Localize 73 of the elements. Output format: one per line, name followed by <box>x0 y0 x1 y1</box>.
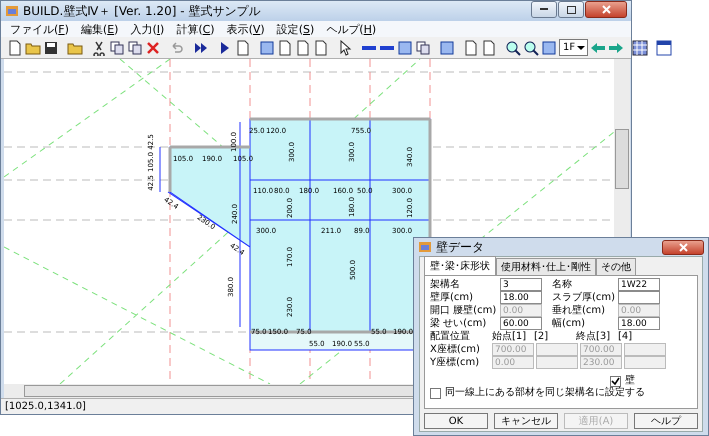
checkbox-label: 同一線上にある部材を同じ架構名に設定する <box>445 387 645 399</box>
menu-item[interactable]: 計算(C) <box>171 22 220 37</box>
input-field[interactable] <box>624 356 666 369</box>
layers-icon[interactable] <box>415 40 431 56</box>
close-button[interactable] <box>585 1 627 18</box>
field-label: 名称 <box>552 278 573 290</box>
save-icon[interactable] <box>43 40 59 56</box>
close-icon <box>602 5 610 14</box>
field-label: 幅(cm) <box>552 318 586 330</box>
maximize-icon <box>566 6 576 14</box>
app-icon <box>5 4 19 18</box>
input-field[interactable]: 1W22 <box>618 278 660 291</box>
document-icon[interactable] <box>463 40 479 56</box>
menu-item[interactable]: 設定(S) <box>272 22 320 37</box>
dialog-button[interactable]: キャンセル <box>494 413 558 429</box>
input-field[interactable]: 3 <box>500 278 542 291</box>
tab[interactable]: その他 <box>596 258 636 275</box>
paste-icon[interactable] <box>127 40 143 56</box>
field-label: 架構名 <box>430 278 461 290</box>
input-field[interactable]: 18.00 <box>500 291 542 304</box>
delete-icon[interactable] <box>145 40 161 56</box>
input-field[interactable] <box>536 356 578 369</box>
zoom-in-icon[interactable] <box>505 40 521 56</box>
dialog-button[interactable]: OK <box>424 413 488 429</box>
minimize-icon <box>540 8 548 11</box>
field-label: スラブ厚(cm) <box>552 292 616 304</box>
dialog-title: 壁データ <box>436 238 484 256</box>
menu-item[interactable]: 入力(I) <box>125 22 170 37</box>
window-title: BUILD.壁式Ⅳ＋ [Ver. 1.20] - 壁式サンプル <box>23 2 260 20</box>
input-field[interactable] <box>618 291 660 304</box>
input-field[interactable]: 60.00 <box>500 317 542 330</box>
checkbox[interactable] <box>610 376 621 386</box>
rectangle-icon[interactable] <box>397 40 413 56</box>
maximize-button[interactable] <box>558 1 584 18</box>
tab[interactable]: 壁･梁･床形状 <box>424 256 496 275</box>
checkbox-label: 壁 <box>625 375 635 386</box>
field-label: 垂れ壁(cm) <box>552 304 606 316</box>
column-header: 始点[1] <box>492 330 528 342</box>
column-header: 終点[3] <box>576 330 612 342</box>
zoom-out-icon[interactable] <box>523 40 539 56</box>
field-label: X座標(cm) <box>430 344 481 356</box>
field-label: Y座標(cm) <box>430 356 480 368</box>
document-icon[interactable] <box>295 40 311 56</box>
scissors-icon[interactable] <box>91 40 107 56</box>
document-icon[interactable] <box>313 40 329 56</box>
dialog-button[interactable]: ヘルプ <box>634 413 698 429</box>
menu-item[interactable]: 編集(E) <box>76 22 124 37</box>
window-icon[interactable] <box>656 40 672 56</box>
field-label: 壁厚(cm) <box>430 292 474 304</box>
field-label: 梁 せい(cm) <box>430 318 488 330</box>
input-field[interactable] <box>624 343 666 356</box>
status-coordinates: [1025.0,1341.0] <box>5 400 86 412</box>
close-button[interactable] <box>662 240 704 254</box>
minimize-button[interactable] <box>531 1 557 18</box>
document-icon[interactable] <box>277 40 293 56</box>
menu-item[interactable]: 表示(V) <box>222 22 270 37</box>
section-label: 配置位置 <box>430 330 471 342</box>
menu-item[interactable]: ヘルプ(H) <box>321 22 382 37</box>
floor-select[interactable]: 1F <box>559 39 588 56</box>
app-icon <box>418 240 432 254</box>
input-field[interactable] <box>536 343 578 356</box>
column-header: [4] <box>618 330 634 342</box>
copy-icon[interactable] <box>109 40 125 56</box>
tab[interactable]: 使用材料･仕上･剛性 <box>496 258 596 275</box>
grid-icon[interactable] <box>632 40 648 56</box>
new-file-icon[interactable] <box>7 40 23 56</box>
input-field[interactable]: 18.00 <box>618 317 660 330</box>
column-header: [2] <box>534 330 550 342</box>
field-label: 開口 腰壁(cm) <box>430 304 498 316</box>
menu-item[interactable]: ファイル(F) <box>5 22 74 37</box>
close-icon <box>678 242 688 252</box>
document-icon[interactable] <box>481 40 497 56</box>
checkbox[interactable] <box>430 388 441 398</box>
